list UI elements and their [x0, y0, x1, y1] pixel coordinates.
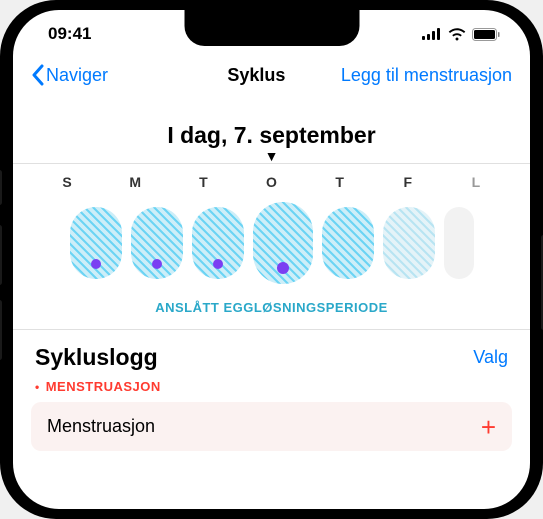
back-button[interactable]: Naviger	[31, 64, 108, 86]
day-oval[interactable]	[70, 207, 122, 279]
notch	[184, 10, 359, 46]
today-indicator-arrow: ▼	[13, 151, 530, 161]
current-date-header: I dag, 7. september	[13, 122, 530, 149]
nav-title: Syklus	[227, 65, 285, 86]
day-oval[interactable]	[322, 207, 374, 279]
weekday-label: L	[451, 174, 501, 190]
battery-icon	[472, 28, 500, 41]
plus-icon[interactable]: +	[481, 417, 496, 437]
prediction-dot	[152, 259, 162, 269]
prediction-dot	[213, 259, 223, 269]
nav-bar: Naviger Syklus Legg til menstruasjon	[13, 58, 530, 96]
volume-up-button	[0, 225, 2, 285]
day-oval[interactable]	[131, 207, 183, 279]
options-link[interactable]: Valg	[473, 347, 508, 368]
back-label: Naviger	[46, 65, 108, 86]
prediction-dot	[277, 262, 289, 274]
phone-frame: 09:41 Naviger Syklus Legg til menstruasj…	[0, 0, 543, 519]
mute-switch	[0, 170, 2, 205]
wifi-icon	[448, 28, 466, 41]
cellular-icon	[422, 28, 442, 40]
menstruation-section-label: MENSTRUASJON	[13, 377, 530, 402]
prediction-dot	[91, 259, 101, 269]
weekday-label: T	[315, 174, 365, 190]
day-oval[interactable]	[444, 207, 474, 279]
weekday-label: O	[246, 174, 296, 190]
week-row: S M T O T F L	[13, 164, 530, 194]
cycle-ovals-row[interactable]	[13, 194, 530, 294]
weekday-label: T	[178, 174, 228, 190]
log-title: Sykluslogg	[35, 344, 158, 371]
status-time: 09:41	[48, 24, 91, 44]
volume-down-button	[0, 300, 2, 360]
weekday-label: S	[42, 174, 92, 190]
menstruation-row[interactable]: Menstruasjon +	[31, 402, 512, 451]
log-header: Sykluslogg Valg	[13, 330, 530, 377]
ovulation-period-label: ANSLÅTT EGGLØSNINGSPERIODE	[13, 294, 530, 329]
day-oval-today[interactable]	[253, 202, 313, 284]
weekday-label: M	[110, 174, 160, 190]
chevron-left-icon	[31, 64, 44, 86]
add-menstruation-link[interactable]: Legg til menstruasjon	[341, 65, 512, 86]
day-oval[interactable]	[383, 207, 435, 279]
screen: 09:41 Naviger Syklus Legg til menstruasj…	[13, 10, 530, 509]
day-oval[interactable]	[192, 207, 244, 279]
status-icons	[422, 28, 500, 41]
weekday-label: F	[383, 174, 433, 190]
menstruation-row-label: Menstruasjon	[47, 416, 155, 437]
